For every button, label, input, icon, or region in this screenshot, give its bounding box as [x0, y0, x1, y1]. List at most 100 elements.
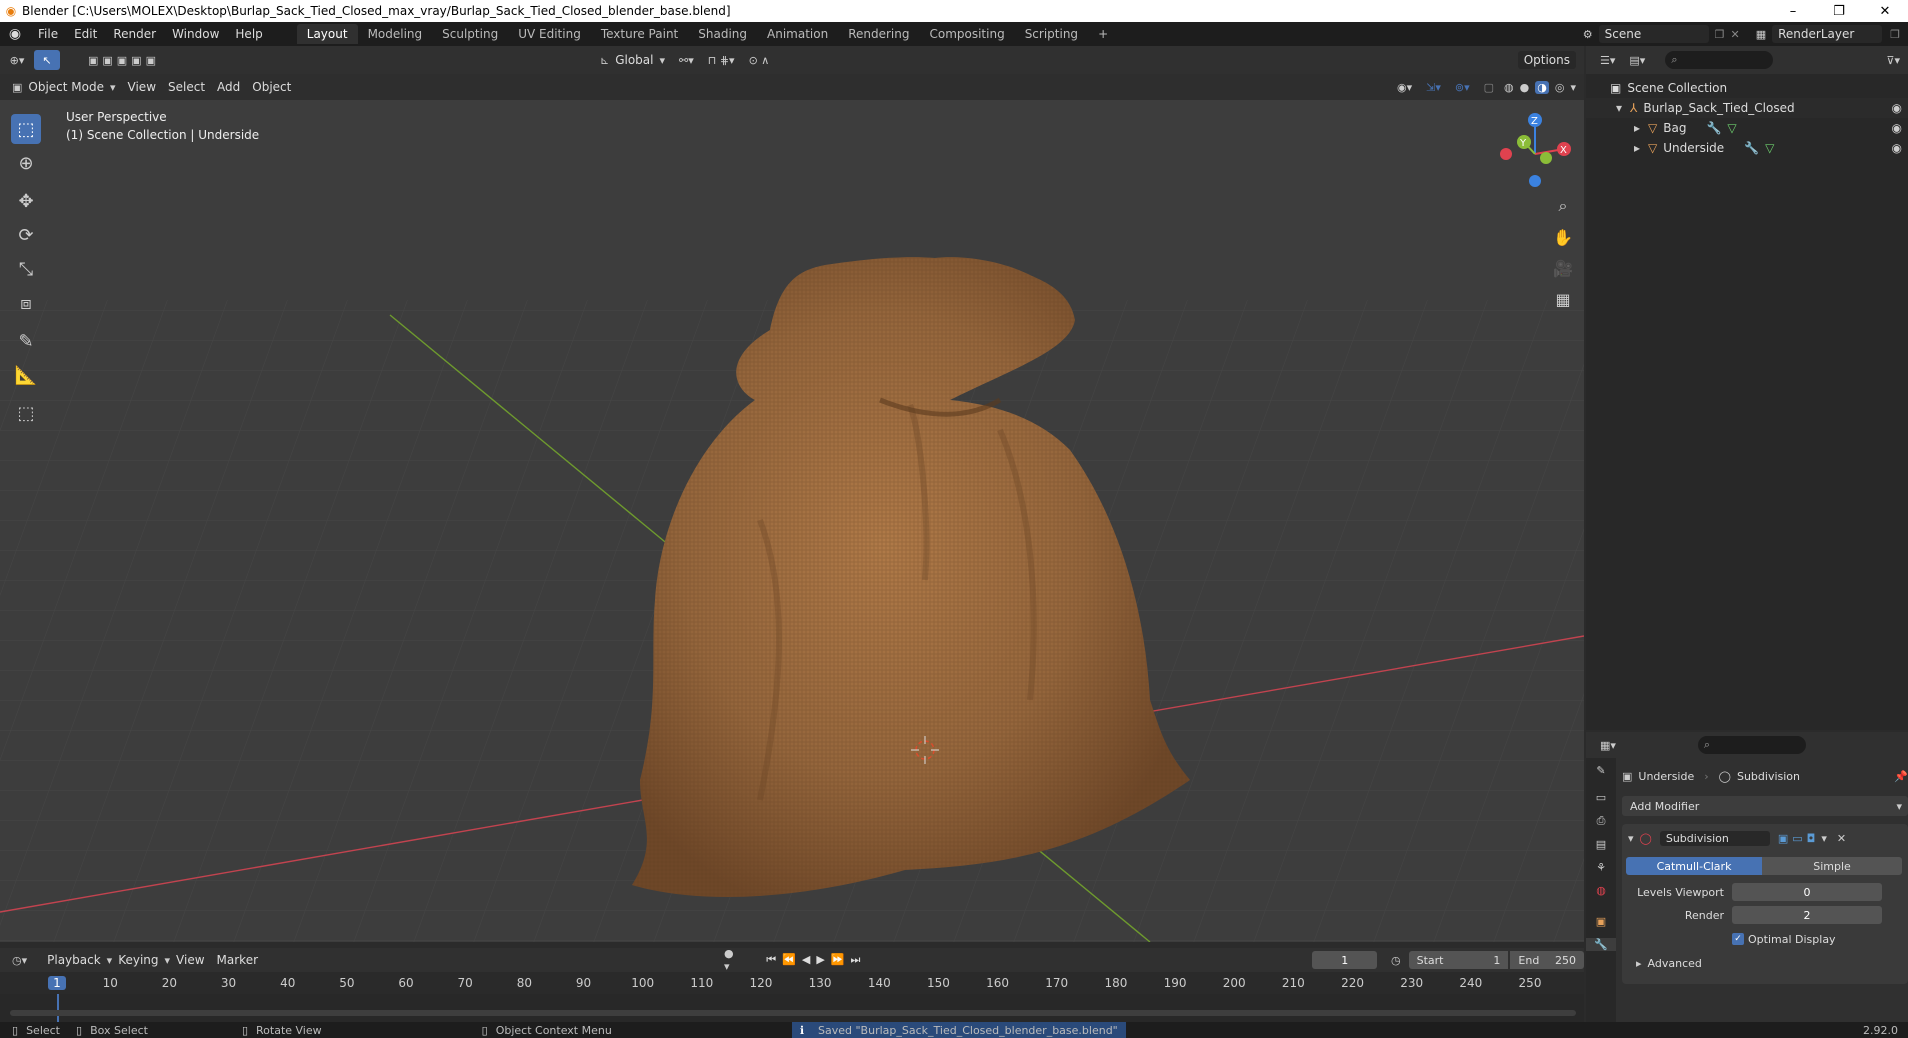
solid-shading-icon[interactable]: ● [1520, 81, 1530, 94]
new-scene-icon[interactable]: ❐ [1715, 28, 1725, 41]
outliner-row-bag[interactable]: ▸ ▽ Bag 🔧 ▽ ◉ [1586, 118, 1908, 138]
menu-edit[interactable]: Edit [66, 27, 105, 41]
outliner-row-collection[interactable]: ▾ ⅄ Burlap_Sack_Tied_Closed ◉ [1586, 98, 1908, 118]
close-icon[interactable]: ✕ [1837, 832, 1846, 845]
scene-tab-icon[interactable]: ⚘ [1586, 861, 1616, 874]
tab-sculpting[interactable]: Sculpting [432, 24, 508, 44]
timeline-editor-icon[interactable]: ◷▾ [12, 954, 27, 967]
eye-icon[interactable]: ◉ [1892, 141, 1902, 155]
visibility-icon[interactable]: ◉▾ [1397, 81, 1412, 94]
cursor-tool-icon[interactable]: ⊕ [11, 148, 41, 178]
tab-modeling[interactable]: Modeling [358, 24, 433, 44]
properties-editor-icon[interactable]: ▦▾ [1600, 739, 1616, 752]
render-toggle-icon[interactable]: ◘ [1807, 832, 1816, 845]
add-workspace-icon[interactable]: + [1088, 24, 1118, 44]
modifier-tab-icon[interactable]: 🔧 [1586, 938, 1616, 951]
pivot-icon[interactable]: ⚯▾ [679, 54, 694, 67]
add-modifier-button[interactable]: Add Modifier ▾ [1622, 796, 1908, 816]
timeline-scrollbar[interactable] [10, 1010, 1576, 1016]
filter-icon[interactable]: ⊽▾ [1886, 54, 1900, 67]
overlay-icon[interactable]: ⊚▾ [1455, 81, 1470, 94]
menu-file[interactable]: File [30, 27, 66, 41]
selection-mode-icons[interactable]: ▣▣▣▣▣ [88, 54, 160, 67]
view-layer-tab-icon[interactable]: ▤ [1586, 838, 1616, 851]
tab-scripting[interactable]: Scripting [1015, 24, 1088, 44]
menu-select[interactable]: Select [162, 78, 211, 96]
tab-layout[interactable]: Layout [296, 24, 358, 44]
navigation-gizmo[interactable]: Z X Y [1500, 113, 1571, 187]
blender-menu-icon[interactable]: ◉ [0, 26, 30, 42]
tab-rendering[interactable]: Rendering [838, 24, 919, 44]
xray-icon[interactable]: ▢ [1484, 81, 1494, 94]
tool-tab-icon[interactable]: ✎ [1586, 764, 1616, 777]
wireframe-shading-icon[interactable]: ◍ [1504, 81, 1514, 94]
orientation-dropdown[interactable]: Global [609, 51, 659, 69]
options-dropdown[interactable]: Options [1517, 51, 1576, 69]
optimal-display-checkbox[interactable]: ✓ [1732, 933, 1744, 945]
menu-window[interactable]: Window [164, 27, 227, 41]
scene-field[interactable]: Scene [1598, 25, 1709, 43]
chevron-down-icon[interactable]: ▾ [1821, 832, 1827, 845]
timeline-track-area[interactable] [0, 994, 1584, 1022]
menu-help[interactable]: Help [227, 27, 270, 41]
edit-mode-toggle-icon[interactable]: ▣ [1778, 832, 1788, 845]
collapse-arrow-icon[interactable]: ▸ [1634, 121, 1640, 135]
outliner-search-icon[interactable]: ⌕ [1665, 51, 1774, 69]
menu-timeline-view[interactable]: View [170, 951, 210, 969]
menu-keying[interactable]: Keying [112, 951, 164, 969]
advanced-subpanel[interactable]: ▸ Advanced [1622, 953, 1908, 973]
measure-tool-icon[interactable]: 📐 [11, 360, 41, 390]
mode-dropdown[interactable]: Object Mode [22, 78, 110, 96]
select-tool-icon[interactable]: ↖ [34, 50, 60, 70]
menu-add[interactable]: Add [211, 78, 246, 96]
timeline-ruler[interactable]: 1 10 20 30 40 50 60 70 80 90 100 110 120 130 140 150 160… [0, 972, 1584, 994]
outliner-row-underside[interactable]: ▸ ▽ Underside 🔧 ▽ ◉ [1586, 138, 1908, 158]
menu-marker[interactable]: Marker [211, 951, 264, 969]
tab-shading[interactable]: Shading [688, 24, 757, 44]
move-tool-icon[interactable]: ✥ [11, 186, 41, 216]
collapse-arrow-icon[interactable]: ▾ [1628, 832, 1634, 845]
select-box-tool-icon[interactable]: ⬚ [11, 114, 41, 144]
eye-icon[interactable]: ◉ [1892, 121, 1902, 135]
menu-playback[interactable]: Playback [41, 951, 107, 969]
minimize-button[interactable]: – [1770, 4, 1816, 19]
transform-tool-icon[interactable]: ⧈ [11, 288, 41, 318]
expand-arrow-icon[interactable]: ▾ [1616, 101, 1622, 115]
pan-hand-icon[interactable]: ✋ [1549, 223, 1577, 251]
maximize-button[interactable]: ❐ [1816, 4, 1862, 19]
zoom-icon[interactable]: ⌕ [1549, 192, 1577, 220]
world-tab-icon[interactable]: ◍ [1586, 884, 1616, 897]
render-tab-icon[interactable]: ▭ [1586, 791, 1616, 804]
modifier-name-field[interactable]: Subdivision [1659, 830, 1770, 846]
3d-viewport[interactable]: Z X Y ⬚ ⊕ ✥ ⟳ ⤡ ⧈ ✎ 📐 ⬚ User Perspective… [0, 100, 1584, 942]
end-frame-field[interactable]: End 250 [1510, 951, 1584, 969]
perspective-grid-icon[interactable]: ▦ [1549, 285, 1577, 313]
menu-render[interactable]: Render [105, 27, 164, 41]
levels-viewport-field[interactable]: 0 [1732, 883, 1882, 901]
rotate-tool-icon[interactable]: ⟳ [11, 220, 41, 250]
tab-animation[interactable]: Animation [757, 24, 838, 44]
menu-object[interactable]: Object [246, 78, 297, 96]
tab-texture-paint[interactable]: Texture Paint [591, 24, 688, 44]
render-layer-field[interactable]: RenderLayer [1772, 25, 1883, 43]
close-button[interactable]: ✕ [1862, 4, 1908, 19]
chevron-down-icon[interactable]: ▾ [1570, 81, 1576, 94]
add-cube-tool-icon[interactable]: ⬚ [11, 398, 41, 428]
render-levels-field[interactable]: 2 [1732, 906, 1882, 924]
camera-icon[interactable]: 🎥 [1549, 254, 1577, 282]
eye-icon[interactable]: ◉ [1892, 101, 1902, 115]
snap-icon[interactable]: ⊓ ⋕▾ [708, 54, 735, 67]
remove-scene-icon[interactable]: ✕ [1731, 28, 1740, 41]
pin-icon[interactable]: 📌 [1894, 770, 1908, 783]
outliner-row-scene-collection[interactable]: ▣ Scene Collection [1586, 78, 1908, 98]
material-shading-icon[interactable]: ◑ [1535, 80, 1549, 94]
gizmo-icon[interactable]: ⇲▾ [1426, 81, 1441, 94]
properties-search-icon[interactable]: ⌕ [1697, 736, 1806, 754]
current-frame-field[interactable]: 1 [1312, 951, 1377, 969]
start-frame-field[interactable]: Start 1 [1408, 951, 1509, 969]
collapse-arrow-icon[interactable]: ▸ [1634, 141, 1640, 155]
object-tab-icon[interactable]: ▣ [1586, 915, 1616, 928]
tab-catmull-clark[interactable]: Catmull-Clark [1626, 857, 1762, 875]
rendered-shading-icon[interactable]: ◎ [1555, 81, 1565, 94]
record-icon[interactable]: ● ▾ [724, 947, 740, 973]
